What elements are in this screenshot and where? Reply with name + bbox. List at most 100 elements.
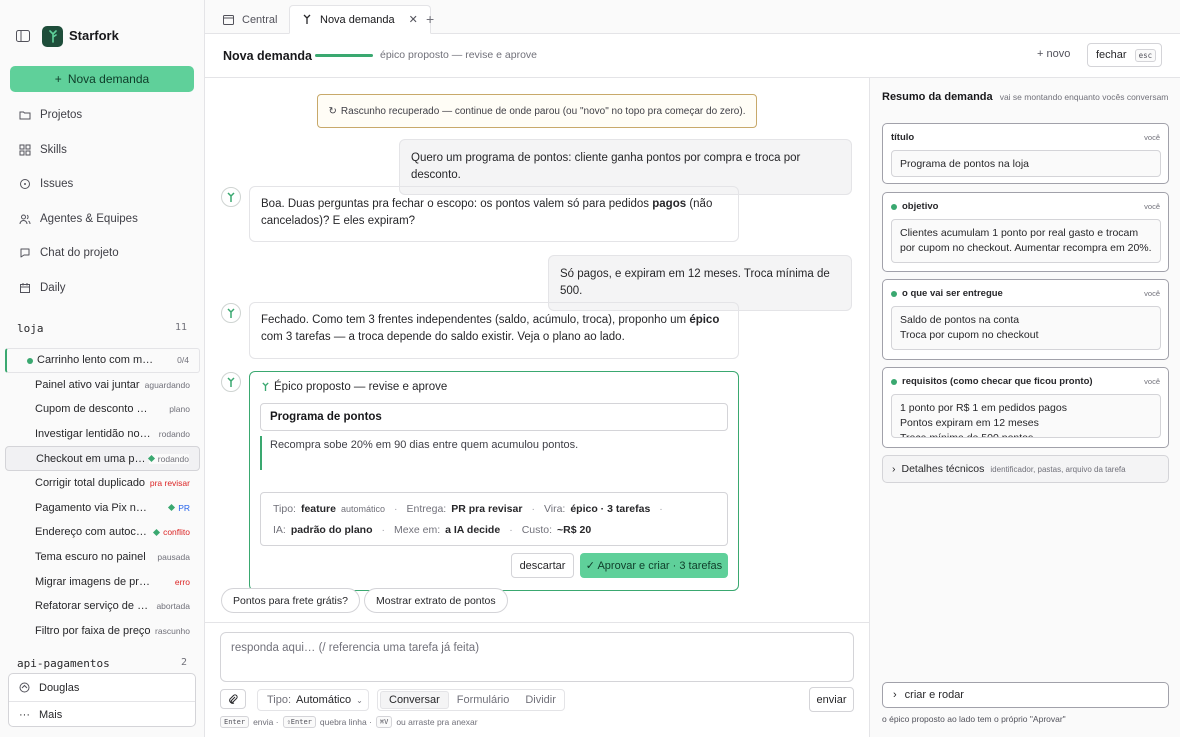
kbd-paste: ⌘V — [375, 716, 393, 728]
kbd-enter: Enter — [220, 716, 250, 728]
meta-separator: · — [659, 503, 663, 515]
meta-vira[interactable]: épico · 3 tarefas — [570, 503, 650, 515]
card-label-text: requisitos (como checar que ficou pronto… — [902, 376, 1093, 387]
meta-ia[interactable]: padrão do plano — [291, 524, 373, 536]
task-item[interactable]: Pagamento via Pix no checkout PR — [5, 496, 200, 521]
send-button[interactable]: enviar — [809, 687, 854, 712]
task-status-text: PR — [178, 502, 190, 513]
sidebar-item-skills[interactable]: Skills — [10, 133, 194, 168]
task-item[interactable]: Corrigir total duplicado pra revisar — [5, 471, 200, 496]
discard-button[interactable]: descartar — [511, 553, 574, 578]
running-diamond-icon — [168, 504, 176, 512]
task-title: Carrinho lento com muitos itens — [37, 354, 155, 367]
create-and-run-button[interactable]: › criar e rodar — [882, 682, 1169, 708]
meta-separator: · — [381, 524, 386, 536]
user-menu: Douglas ··· Mais — [8, 673, 196, 727]
task-title: Pagamento via Pix no checkout — [35, 501, 153, 514]
calendar-icon — [19, 282, 31, 294]
sidebar-item-daily[interactable]: Daily — [10, 271, 194, 306]
close-button[interactable]: fechar esc — [1087, 43, 1162, 67]
new-tab-icon[interactable]: + — [426, 11, 434, 27]
titulo-value: Programa de pontos na loja — [900, 158, 1029, 170]
task-title: Filtro por faixa de preço — [35, 624, 151, 637]
task-item[interactable]: Painel ativo vai juntar aguardando — [5, 373, 200, 398]
task-item[interactable]: Endereço com autocomplete conflito — [5, 520, 200, 545]
task-item[interactable]: Migrar imagens de produtos erro — [5, 569, 200, 594]
task-status-text: pra revisar — [149, 478, 190, 489]
titulo-field[interactable]: Programa de pontos na loja — [891, 150, 1161, 177]
project-header-api-pagamentos[interactable]: api-pagamentos 2 — [17, 657, 187, 670]
meta-separator: · — [394, 503, 398, 515]
task-list: Carrinho lento com muitos itens 0/4 Paine… — [5, 348, 200, 643]
tab-label: Central — [242, 13, 278, 26]
entrega-field[interactable]: Saldo de pontos na conta Troca por cupom… — [891, 306, 1161, 350]
meta-entrega[interactable]: PR pra revisar — [451, 503, 522, 515]
suggestion-chip[interactable]: Pontos para frete grátis? — [221, 588, 360, 613]
epic-meta: Tipo: feature automático · Entrega: PR p… — [260, 492, 728, 546]
kbd-shift-enter: ⇧Enter — [282, 716, 316, 728]
sidebar-item-issues[interactable]: Issues — [10, 167, 194, 202]
objetivo-field[interactable]: Clientes acumulam 1 ponto por real gasto… — [891, 219, 1161, 263]
keyboard-hints: Enter envia · ⇧Enter quebra linha · ⌘V o… — [220, 716, 478, 728]
fork-icon — [302, 14, 312, 25]
task-item-selected[interactable]: Checkout em uma página rodando — [5, 446, 200, 471]
message-text: Quero um programa de pontos: cliente gan… — [411, 152, 801, 181]
users-icon — [19, 213, 31, 225]
project-header-loja[interactable]: loja 11 — [17, 322, 187, 335]
task-title: Migrar imagens de produtos — [35, 575, 153, 588]
attach-button[interactable] — [220, 689, 246, 709]
sidebar-item-chat[interactable]: Chat do projeto — [10, 236, 194, 271]
task-status: pausada — [157, 552, 190, 563]
requisitos-field[interactable]: 1 ponto por R$ 1 em pedidos pagos Pontos… — [891, 394, 1161, 438]
task-item[interactable]: Tema escuro no painel pausada — [5, 545, 200, 570]
task-status: plano — [169, 404, 190, 415]
meta-label: Vira: — [543, 503, 566, 515]
running-diamond-icon — [147, 455, 155, 463]
more-menu-item[interactable]: ··· Mais — [9, 701, 195, 728]
sidebar-toggle-icon[interactable] — [16, 30, 32, 44]
mode-dividir[interactable]: Dividir — [517, 692, 564, 708]
progress-bar — [315, 54, 373, 57]
task-title: Cupom de desconto promocional — [35, 403, 153, 416]
meta-mexe[interactable]: a IA decide — [445, 524, 500, 536]
user-profile-item[interactable]: Douglas — [9, 674, 195, 701]
type-select[interactable]: Tipo: Automático ⌄ — [257, 689, 369, 711]
novo-button[interactable]: + novo — [1037, 48, 1070, 60]
task-item[interactable]: Investigar lentidão no checkout rodando — [5, 422, 200, 447]
summary-card-requisitos: requisitos (como checar que ficou pronto… — [882, 367, 1169, 448]
technical-details-toggle[interactable]: › Detalhes técnicos identificador, pasta… — [882, 455, 1169, 483]
tab-nova-demanda[interactable]: Nova demanda ✕ — [289, 5, 431, 34]
tab-central[interactable]: Central — [211, 5, 289, 34]
sidebar-item-agentes[interactable]: Agentes & Equipes — [10, 202, 194, 237]
paperclip-icon — [228, 693, 238, 705]
task-item[interactable]: Carrinho lento com muitos itens 0/4 — [5, 348, 200, 373]
card-label: o que vai ser entregue — [891, 288, 1003, 299]
circle-dot-icon — [19, 178, 31, 190]
close-tab-icon[interactable]: ✕ — [409, 13, 418, 26]
task-item[interactable]: Filtro por faixa de preço rascunho — [5, 619, 200, 644]
summary-header: Resumo da demanda vai se montando enquan… — [882, 90, 1172, 104]
tab-label: Nova demanda — [320, 13, 395, 26]
task-title: Checkout em uma página — [36, 452, 149, 465]
mode-formulario[interactable]: Formulário — [449, 692, 518, 708]
mode-conversar[interactable]: Conversar — [380, 691, 449, 709]
details-label: Detalhes técnicos — [901, 463, 985, 475]
meta-tipo[interactable]: feature — [301, 503, 336, 515]
task-status-text: rodando — [157, 453, 189, 464]
draft-notice-text: Rascunho recuperado — continue de onde p… — [340, 105, 746, 117]
approve-button[interactable]: ✓ Aprovar e criar · 3 tarefas — [580, 553, 728, 578]
task-item[interactable]: Cupom de desconto promocional plano — [5, 397, 200, 422]
task-item[interactable]: Refatorar serviço de estoqueabortada — [5, 594, 200, 619]
sidebar-item-projetos[interactable]: Projetos — [10, 98, 194, 133]
card-label-text: o que vai ser entregue — [902, 288, 1003, 299]
more-label: Mais — [39, 709, 63, 721]
filled-dot-icon — [891, 378, 897, 385]
meta-custo: ~R$ 20 — [557, 524, 592, 536]
reply-input[interactable]: responda aqui… (/ referencia uma tarefa … — [220, 632, 854, 682]
task-title: Refatorar serviço de estoque — [35, 600, 153, 613]
suggestion-chip[interactable]: Mostrar extrato de pontos — [364, 588, 508, 613]
draft-recovered-notice: ↻ Rascunho recuperado — continue de onde… — [317, 94, 757, 128]
close-label: fechar — [1096, 49, 1127, 61]
epic-title-field[interactable]: Programa de pontos — [260, 403, 728, 431]
new-demand-button[interactable]: + Nova demanda — [10, 66, 194, 92]
